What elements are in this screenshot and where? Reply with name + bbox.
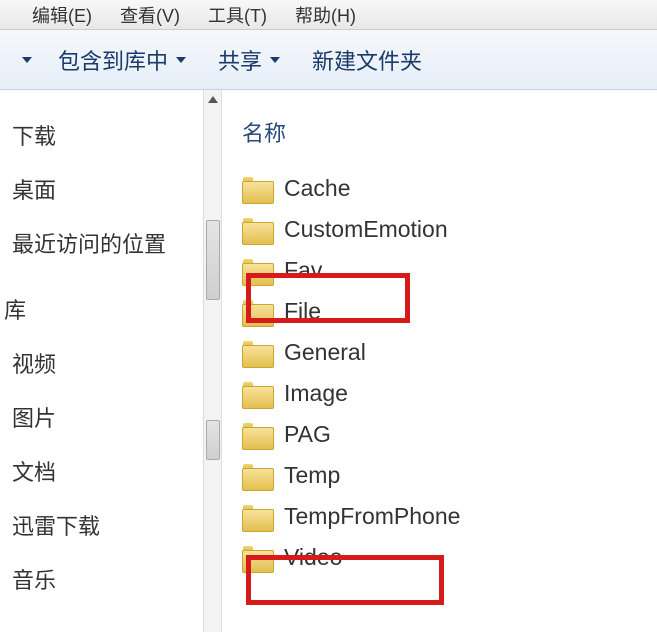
sidebar-scrollbar[interactable] xyxy=(203,90,221,632)
folder-name: General xyxy=(284,339,366,366)
folder-icon xyxy=(242,463,272,489)
sidebar-pictures[interactable]: 图片 xyxy=(0,390,221,444)
folder-name: Fav xyxy=(284,257,322,284)
file-list-pane: 名称 Cache CustomEmotion Fav File General xyxy=(222,90,657,632)
sidebar-xunlei[interactable]: 迅雷下载 xyxy=(0,498,221,552)
folder-name: TempFromPhone xyxy=(284,503,460,530)
menu-view[interactable]: 查看(V) xyxy=(120,2,180,28)
folder-item[interactable]: General xyxy=(240,332,657,373)
folder-name: CustomEmotion xyxy=(284,216,448,243)
sidebar-music[interactable]: 音乐 xyxy=(0,552,221,606)
folder-name: Cache xyxy=(284,175,350,202)
folder-item[interactable]: PAG xyxy=(240,414,657,455)
folder-name: Temp xyxy=(284,462,340,489)
folder-item[interactable]: Fav xyxy=(240,250,657,291)
folder-icon xyxy=(242,381,272,407)
folder-name: PAG xyxy=(284,421,331,448)
sidebar-recent[interactable]: 最近访问的位置 xyxy=(0,216,221,270)
include-in-library-label: 包含到库中 xyxy=(58,44,168,76)
sidebar-documents[interactable]: 文档 xyxy=(0,444,221,498)
folder-item[interactable]: Cache xyxy=(240,168,657,209)
sidebar-libraries-label[interactable]: 库 xyxy=(0,282,221,336)
folder-icon xyxy=(242,545,272,571)
file-list: Cache CustomEmotion Fav File General Ima… xyxy=(240,168,657,578)
menu-edit[interactable]: 编辑(E) xyxy=(32,2,92,28)
folder-name: File xyxy=(284,298,321,325)
folder-item[interactable]: Video xyxy=(240,537,657,578)
main-area: 下载 桌面 最近访问的位置 库 视频 图片 文档 迅雷下载 音乐 名称 Cach… xyxy=(0,90,657,632)
folder-item[interactable]: Temp xyxy=(240,455,657,496)
folder-icon xyxy=(242,504,272,530)
folder-icon xyxy=(242,176,272,202)
sidebar-videos[interactable]: 视频 xyxy=(0,336,221,390)
sidebar-downloads[interactable]: 下载 xyxy=(0,108,221,162)
column-header-name[interactable]: 名称 xyxy=(240,108,657,168)
folder-item[interactable]: File xyxy=(240,291,657,332)
scroll-thumb[interactable] xyxy=(206,420,220,460)
folder-icon xyxy=(242,422,272,448)
include-in-library-button[interactable]: 包含到库中 xyxy=(52,40,192,80)
new-folder-label: 新建文件夹 xyxy=(312,44,422,76)
toolbar: 包含到库中 共享 新建文件夹 xyxy=(0,30,657,90)
menu-tools[interactable]: 工具(T) xyxy=(208,2,267,28)
folder-icon xyxy=(242,217,272,243)
scroll-up-icon[interactable] xyxy=(208,96,218,103)
new-folder-button[interactable]: 新建文件夹 xyxy=(306,40,428,80)
back-dropdown-icon[interactable] xyxy=(22,57,32,63)
chevron-down-icon xyxy=(176,57,186,63)
folder-name: Image xyxy=(284,380,348,407)
folder-icon xyxy=(242,258,272,284)
folder-item[interactable]: CustomEmotion xyxy=(240,209,657,250)
folder-icon xyxy=(242,340,272,366)
share-button[interactable]: 共享 xyxy=(212,40,286,80)
folder-icon xyxy=(242,299,272,325)
menu-bar: 编辑(E) 查看(V) 工具(T) 帮助(H) xyxy=(0,0,657,30)
scroll-thumb[interactable] xyxy=(206,220,220,300)
menu-help[interactable]: 帮助(H) xyxy=(295,2,356,28)
share-label: 共享 xyxy=(218,44,262,76)
navigation-sidebar: 下载 桌面 最近访问的位置 库 视频 图片 文档 迅雷下载 音乐 xyxy=(0,90,222,632)
sidebar-desktop[interactable]: 桌面 xyxy=(0,162,221,216)
chevron-down-icon xyxy=(270,57,280,63)
folder-item[interactable]: TempFromPhone xyxy=(240,496,657,537)
folder-name: Video xyxy=(284,544,342,571)
folder-item[interactable]: Image xyxy=(240,373,657,414)
